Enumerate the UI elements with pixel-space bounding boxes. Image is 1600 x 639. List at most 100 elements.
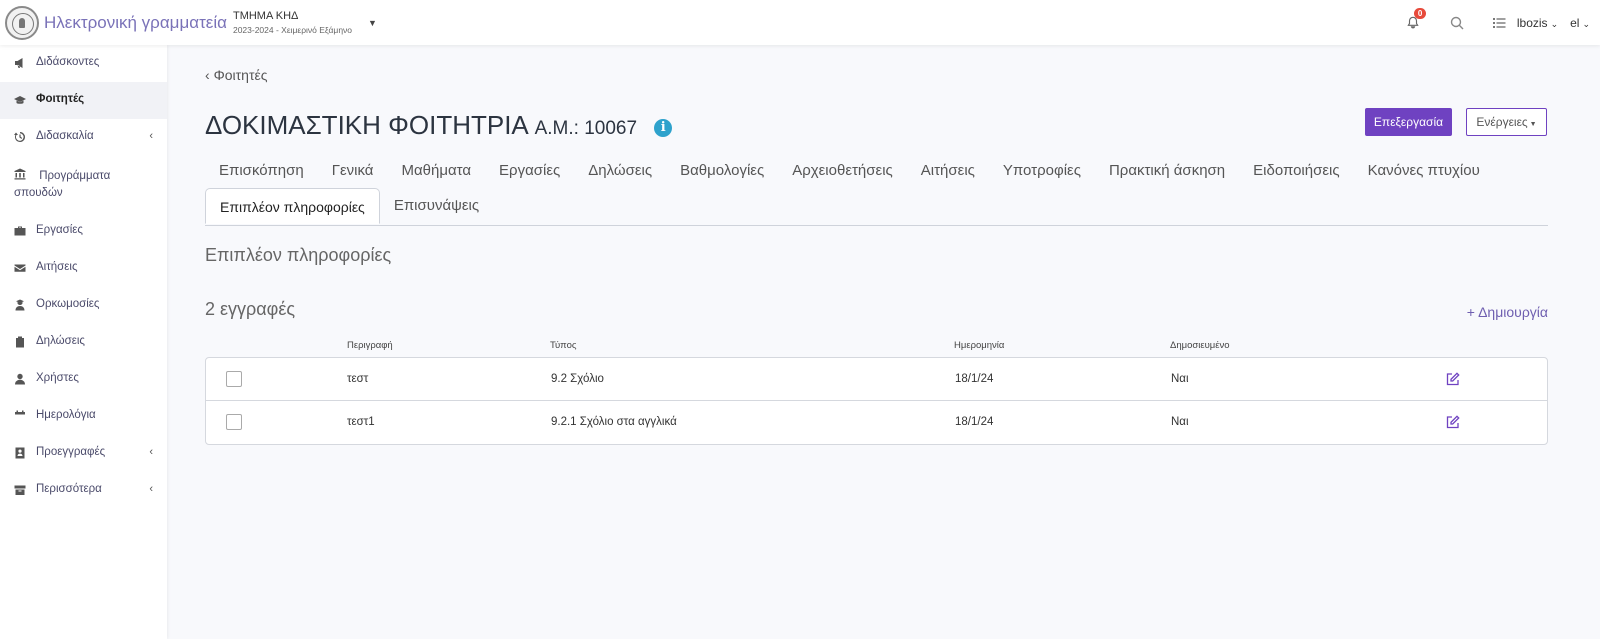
create-button[interactable]: + Δημιουργία [1467,304,1548,320]
top-navbar: Ηλεκτρονική γραμματεία ΤΜΗΜΑ ΚΗΔ 2023-20… [0,0,1600,45]
tab-degree-rules[interactable]: Κανόνες πτυχίου [1354,153,1494,189]
sidebar-item-calendars[interactable]: Ημερολόγια [0,398,167,435]
chevron-left-icon: ‹ [205,67,214,83]
tab-internship[interactable]: Πρακτική άσκηση [1095,153,1239,189]
table-row[interactable]: τεστ1 9.2.1 Σχόλιο στα αγγλικά 18/1/24 Ν… [206,401,1547,444]
tab-archives[interactable]: Αρχειοθετήσεις [778,153,907,189]
tab-row-1: Επισκόπηση Γενικά Μαθήματα Εργασίες Δηλώ… [205,153,1494,189]
edit-icon[interactable] [1446,415,1460,429]
column-header-type[interactable]: Τύπος [550,340,576,351]
row-checkbox[interactable] [226,371,242,387]
search-icon[interactable] [1449,15,1465,31]
tab-overview[interactable]: Επισκόπηση [205,153,318,189]
sidebar-item-label: Διδάσκοντες [36,56,100,68]
id-card-icon [14,447,26,459]
chevron-left-icon: ‹ [149,483,153,495]
student-id: Α.Μ.: 10067 [534,118,638,139]
cell-date: 18/1/24 [955,373,994,385]
tab-notifications[interactable]: Ειδοποιήσεις [1239,153,1353,189]
chevron-down-icon: ⌄ [1550,18,1559,29]
graduation-cap-icon [14,94,26,106]
sidebar-item-label: Δηλώσεις [36,335,85,347]
university-logo[interactable] [5,5,39,40]
table-row[interactable]: τεστ 9.2 Σχόλιο 18/1/24 Ναι [206,358,1547,401]
column-header-date[interactable]: Ημερομηνία [954,340,1004,351]
user-menu[interactable]: lbozis ⌄ [1517,16,1558,30]
section-title: Επιπλέον πληροφορίες [205,245,392,265]
tab-general[interactable]: Γενικά [318,153,388,189]
tab-attachments[interactable]: Επισυνάψεις [380,188,493,224]
sidebar-item-teaching[interactable]: Διδασκαλία ‹ [0,119,167,156]
sidebar-item-more[interactable]: Περισσότερα ‹ [0,472,167,509]
sidebar-item-assignments[interactable]: Εργασίες [0,213,167,250]
list-icon[interactable] [1491,15,1507,31]
tab-bar: Επισκόπηση Γενικά Μαθήματα Εργασίες Δηλώ… [205,153,1548,226]
sidebar-item-label: Χρήστες [36,372,79,384]
chevron-left-icon: ‹ [149,130,153,142]
info-icon[interactable]: i [654,119,673,137]
tab-scholarships[interactable]: Υποτροφίες [989,153,1095,189]
sidebar-item-label: Προεγγραφές [36,446,106,458]
cell-date: 18/1/24 [955,416,994,428]
column-header-published[interactable]: Δημοσιευμένο [1170,340,1230,351]
edit-button[interactable]: Επεξεργασία [1365,108,1452,136]
cell-published: Ναι [1171,416,1189,428]
record-count: 2 εγγραφές [205,299,296,319]
sidebar-item-label: Εργασίες [36,224,83,236]
sidebar-item-label: Αιτήσεις [36,261,78,273]
language-code: el [1570,15,1580,30]
back-link-label: Φοιτητές [213,67,268,83]
sidebar-item-label: Ημερολόγια [36,409,96,421]
edit-icon[interactable] [1446,372,1460,386]
user-graduate-icon [14,299,26,311]
sidebar-item-requests[interactable]: Αιτήσεις [0,250,167,287]
tab-courses[interactable]: Μαθήματα [387,153,485,189]
sidebar-item-label: Ορκωμοσίες [36,298,100,310]
sidebar-item-graduations[interactable]: Ορκωμοσίες [0,287,167,324]
user-icon [14,373,26,385]
sidebar-item-instructors[interactable]: Διδάσκοντες [0,45,167,82]
history-icon [14,131,26,143]
top-right-controls: 0 lbozis ⌄ el ⌄ [1405,0,1600,45]
sidebar-item-students[interactable]: Φοιτητές [0,82,167,119]
semester-label: 2023-2024 - Χειμερινό Εξάμηνο [232,25,353,35]
archive-icon [14,484,26,496]
chevron-left-icon: ‹ [149,446,153,458]
tab-assignments[interactable]: Εργασίες [485,153,574,189]
back-link[interactable]: ‹ Φοιτητές [205,67,267,83]
envelope-icon [14,262,26,274]
sidebar-item-label: Φοιτητές [36,93,85,105]
cell-type: 9.2 Σχόλιο [551,373,604,385]
tab-grades[interactable]: Βαθμολογίες [666,153,778,189]
row-checkbox[interactable] [226,414,242,430]
institution-icon [14,168,26,180]
caret-down-icon[interactable]: ▼ [368,18,377,28]
column-header-description[interactable]: Περιγραφή [347,340,393,351]
tab-declarations[interactable]: Δηλώσεις [574,153,666,189]
actions-button-label: Ενέργειες [1476,115,1528,129]
language-selector[interactable]: el ⌄ [1570,16,1590,30]
notifications-button[interactable]: 0 [1405,7,1427,32]
table-header: Περιγραφή Τύπος Ημερομηνία Δημοσιευμένο [205,340,1548,356]
department-selector[interactable]: ΤΜΗΜΑ ΚΗΔ 2023-2024 - Χειμερινό Εξάμηνο [233,10,352,35]
username: lbozis [1516,15,1548,30]
sidebar-item-label: Προγράμματα σπουδών [14,170,111,199]
sidebar-item-declarations[interactable]: Δηλώσεις [0,324,167,361]
actions-dropdown-button[interactable]: Ενέργειες ▼ [1466,108,1547,136]
tab-requests[interactable]: Αιτήσεις [907,153,989,189]
briefcase-icon [14,225,26,237]
sidebar-item-preregistrations[interactable]: Προεγγραφές ‹ [0,435,167,472]
calendar-icon [14,410,26,422]
sidebar: Διδάσκοντες Φοιτητές Διδασκαλία ‹ Προγρά… [0,45,167,639]
chevron-down-icon: ⌄ [1582,18,1590,29]
megaphone-icon [14,57,26,69]
department-name: ΤΜΗΜΑ ΚΗΔ [232,10,299,22]
student-name: ΔΟΚΙΜΑΣΤΙΚΗ ΦΟΙΤΗΤΡΙΑ [205,110,528,140]
tab-additional-info[interactable]: Επιπλέον πληροφορίες [205,188,380,224]
sidebar-item-study-programs[interactable]: Προγράμματα σπουδών [0,156,167,213]
records-table: τεστ 9.2 Σχόλιο 18/1/24 Ναι τεστ1 9.2.1 … [205,357,1548,445]
app-title[interactable]: Ηλεκτρονική γραμματεία [44,13,227,33]
sidebar-item-users[interactable]: Χρήστες [0,361,167,398]
tab-row-2: Επιπλέον πληροφορίες Επισυνάψεις [205,188,493,224]
sidebar-item-label: Διδασκαλία [36,130,94,142]
